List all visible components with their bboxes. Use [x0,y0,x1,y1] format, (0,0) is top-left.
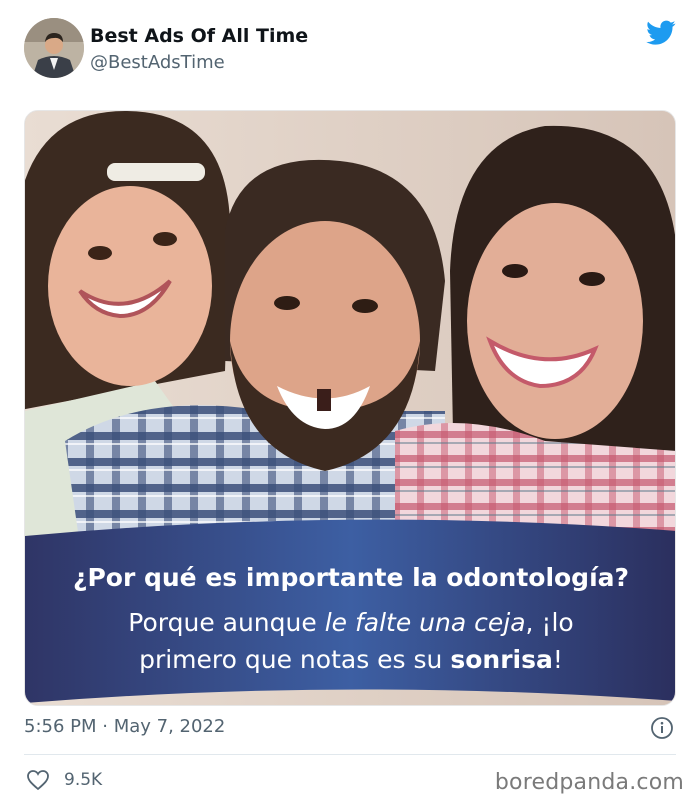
info-icon[interactable] [650,716,674,740]
ad-answer-line2-start: primero que notas es su [139,645,451,674]
ad-answer: Porque aunque le falte una ceja, ¡lo pri… [25,604,675,678]
heart-icon[interactable] [26,768,50,792]
divider [24,754,676,755]
ad-answer-part2: , ¡lo [525,608,574,637]
ad-answer-bold: sonrisa [450,645,553,674]
ad-answer-end: ! [552,645,563,674]
ad-answer-line2: primero que notas es su sonrisa! [25,641,675,678]
display-name[interactable]: Best Ads Of All Time [90,25,308,47]
like-count: 9.5K [64,770,103,790]
handle[interactable]: @BestAdsTime [90,52,225,73]
tweet-timestamp[interactable]: 5:56 PM · May 7, 2022 [24,716,225,737]
watermark: boredpanda.com [494,770,684,795]
ad-answer-part1: Porque aunque [128,608,325,637]
tweet-media[interactable]: ¿Por qué es importante la odontología? P… [24,110,676,706]
ad-answer-italic: le falte una ceja [324,608,526,637]
tweet-header: Best Ads Of All Time @BestAdsTime [24,18,676,80]
avatar[interactable] [24,18,84,78]
ad-answer-line1: Porque aunque le falte una ceja, ¡lo [25,604,675,641]
twitter-bird-icon[interactable] [646,20,676,46]
man-in-suit-avatar [24,18,84,78]
ad-question: ¿Por qué es importante la odontología? [72,563,630,592]
